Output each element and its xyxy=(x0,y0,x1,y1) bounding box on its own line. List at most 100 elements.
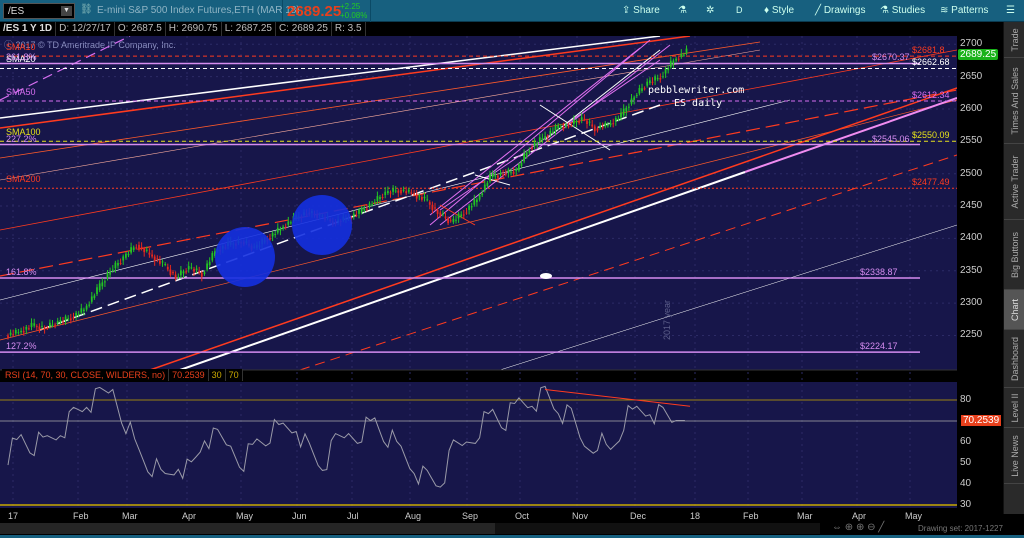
candle-body xyxy=(164,264,167,266)
candle-body xyxy=(389,192,392,194)
candle-body xyxy=(271,233,274,237)
last-price-tag: 2689.25 xyxy=(958,49,999,60)
candle-body xyxy=(447,218,449,224)
channel-line xyxy=(0,49,957,231)
marker-dot xyxy=(540,273,552,279)
candle-body xyxy=(193,268,195,272)
candle-body xyxy=(384,191,387,196)
candle-body xyxy=(195,268,198,271)
highlight-circle xyxy=(292,195,352,255)
candle-body xyxy=(41,325,43,327)
annotation-title: ES daily xyxy=(674,98,723,109)
price-axis-label: 2400 xyxy=(960,232,983,244)
candle-body xyxy=(28,328,30,330)
candle-body xyxy=(166,266,169,270)
candle-body xyxy=(25,326,28,330)
channel-line xyxy=(0,41,761,159)
candle-body xyxy=(93,295,96,298)
candle-body xyxy=(457,213,460,219)
candle-body xyxy=(54,324,56,327)
candle-body xyxy=(494,175,497,177)
candle-body xyxy=(352,213,355,217)
rsi-axis-label: 80 xyxy=(960,394,972,405)
candle-body xyxy=(269,238,271,240)
crosshair-icon[interactable]: ⊕ xyxy=(845,522,853,533)
sidebar-tab-live-news[interactable]: Live News xyxy=(1004,428,1024,484)
candle-body xyxy=(675,58,677,61)
time-axis-label: Dec xyxy=(630,511,647,521)
price-level-label: $2670.37 xyxy=(872,52,910,63)
sidebar-tab-trade[interactable]: Trade xyxy=(1004,22,1024,58)
candle-body xyxy=(177,276,180,278)
rsi-oversold: 30 xyxy=(209,369,226,381)
price-axis-label: 2650 xyxy=(960,70,983,82)
sidebar-tab-chart[interactable]: Chart xyxy=(1004,290,1024,330)
candle-body xyxy=(683,54,685,56)
sidebar-tab-level-ii[interactable]: Level II xyxy=(1004,388,1024,428)
candle-body xyxy=(132,247,135,251)
candle-body xyxy=(654,76,656,81)
candle-body xyxy=(635,94,638,97)
tab-label: Active Trader xyxy=(1009,154,1020,209)
rsi-study-name[interactable]: RSI (14, 70, 30, CLOSE, WILDERS, no) xyxy=(2,369,170,381)
fib-label: 161.8% xyxy=(6,266,37,277)
candle-body xyxy=(423,196,426,199)
time-axis-label: 17 xyxy=(8,511,19,521)
candle-body xyxy=(452,218,455,223)
candle-body xyxy=(180,270,182,276)
candle-body xyxy=(360,207,363,213)
candle-body xyxy=(677,58,680,60)
candle-body xyxy=(77,314,80,316)
candle-body xyxy=(515,169,518,172)
candle-body xyxy=(282,226,284,229)
candle-body xyxy=(69,318,72,321)
candle-body xyxy=(20,330,22,333)
candle-body xyxy=(140,246,143,248)
candle-body xyxy=(541,138,544,141)
candle-body xyxy=(397,190,400,193)
scrollbar-thumb[interactable] xyxy=(0,523,495,534)
zoom-out-icon[interactable]: ⊖ xyxy=(867,522,875,533)
sidebar-tab-active-trader[interactable]: Active Trader xyxy=(1004,144,1024,220)
candle-body xyxy=(497,175,499,178)
candle-body xyxy=(554,125,557,131)
candle-body xyxy=(573,119,575,124)
candle-body xyxy=(161,261,164,263)
menu-icon[interactable]: ☰ xyxy=(1006,5,1015,16)
price-level-label: $2550.09 xyxy=(912,130,950,141)
candle-body xyxy=(491,173,494,177)
time-axis-label: Feb xyxy=(73,511,89,521)
drawing-set[interactable]: Drawing set: 2017-1227 xyxy=(918,524,1003,533)
candle-body xyxy=(410,192,413,194)
candle-body xyxy=(415,194,418,199)
sidebar-tab-big-buttons[interactable]: Big Buttons xyxy=(1004,220,1024,290)
rsi-trend-line xyxy=(544,389,691,407)
candle-body xyxy=(274,234,277,236)
tab-label: Times And Sales xyxy=(1009,66,1020,135)
candle-body xyxy=(290,222,292,224)
draw-line-icon[interactable]: ╱ xyxy=(878,522,884,533)
candle-body xyxy=(9,332,12,335)
sidebar-tab-times-and-sales[interactable]: Times And Sales xyxy=(1004,58,1024,144)
zoom-in-icon[interactable]: ⊕ xyxy=(856,522,864,533)
time-axis-label: Mar xyxy=(122,511,138,521)
candle-body xyxy=(638,88,641,94)
candle-body xyxy=(7,335,9,338)
candle-body xyxy=(211,253,214,261)
candle-body xyxy=(72,317,75,319)
pan-icon[interactable]: ⇔ xyxy=(832,522,842,533)
candle-body xyxy=(609,123,612,126)
price-axis-label: 2500 xyxy=(960,167,983,179)
highlight-circle xyxy=(215,227,275,287)
time-axis-label: Aug xyxy=(405,511,422,521)
candle-body xyxy=(381,196,384,198)
candle-body xyxy=(130,247,132,253)
candle-body xyxy=(583,118,586,120)
time-axis-label: Feb xyxy=(743,511,759,521)
sidebar-tab-dashboard[interactable]: Dashboard xyxy=(1004,330,1024,388)
tab-label: Trade xyxy=(1009,27,1020,52)
candle-body xyxy=(567,125,570,127)
rsi-header: RSI (14, 70, 30, CLOSE, WILDERS, no) 70.2… xyxy=(2,369,243,382)
price-axis-label: 2450 xyxy=(960,200,983,212)
candle-body xyxy=(552,131,554,133)
